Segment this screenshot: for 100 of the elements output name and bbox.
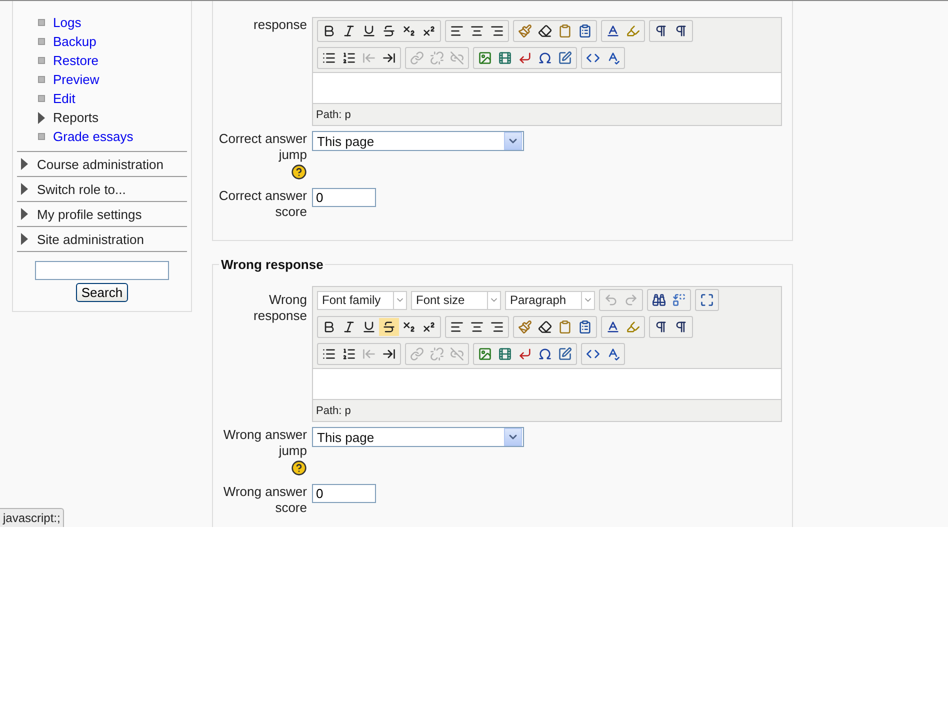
bold-icon[interactable] bbox=[322, 320, 336, 334]
highlight-icon[interactable] bbox=[626, 320, 640, 334]
html-icon[interactable] bbox=[586, 347, 600, 361]
omega-icon[interactable] bbox=[538, 51, 552, 65]
align-right-icon[interactable] bbox=[490, 320, 504, 334]
align-center-icon[interactable] bbox=[470, 320, 484, 334]
return-arrow-icon[interactable] bbox=[518, 347, 532, 361]
section-header[interactable]: Switch role to... bbox=[37, 182, 126, 196]
bold-icon[interactable] bbox=[322, 24, 336, 38]
field-label: Wrong answer score bbox=[222, 484, 307, 516]
film-icon[interactable] bbox=[498, 347, 512, 361]
bullet-list-icon[interactable] bbox=[322, 51, 336, 65]
brush-icon[interactable] bbox=[518, 24, 532, 38]
pilcrow-icon[interactable] bbox=[654, 320, 668, 334]
highlight-icon[interactable] bbox=[626, 24, 640, 38]
editor-path-bar: Path: p bbox=[313, 103, 781, 125]
bullet-icon bbox=[38, 133, 45, 140]
help-icon[interactable] bbox=[291, 460, 307, 476]
nav-link[interactable]: Grade essays bbox=[53, 129, 134, 144]
field-label: Correct answer score bbox=[218, 188, 307, 220]
spellcheck-icon[interactable] bbox=[606, 51, 620, 65]
expand-triangle-icon[interactable] bbox=[21, 158, 28, 170]
underline-icon[interactable] bbox=[362, 320, 376, 334]
expand-triangle-icon[interactable] bbox=[21, 208, 28, 220]
paste-text-icon[interactable] bbox=[558, 320, 572, 334]
nav-item[interactable]: Reports bbox=[53, 110, 99, 125]
paste-word-icon[interactable] bbox=[578, 320, 592, 334]
section-header[interactable]: My profile settings bbox=[37, 206, 142, 222]
replace-icon[interactable] bbox=[672, 293, 686, 307]
bullet-icon bbox=[38, 57, 45, 64]
eraser-icon[interactable] bbox=[538, 320, 552, 334]
help-icon[interactable] bbox=[291, 164, 307, 180]
input-field[interactable]: 0 bbox=[312, 188, 376, 207]
field-label: Wrong response bbox=[252, 291, 307, 325]
numbered-list-icon[interactable] bbox=[342, 347, 356, 361]
pilcrow-icon[interactable] bbox=[674, 24, 688, 38]
text-color-icon[interactable] bbox=[606, 320, 620, 334]
section-header[interactable]: Course administration bbox=[37, 156, 164, 172]
toolbar-dropdown[interactable]: Paragraph bbox=[505, 290, 595, 310]
bullet-list-icon[interactable] bbox=[322, 347, 336, 361]
film-icon[interactable] bbox=[498, 51, 512, 65]
dropdown[interactable]: This page bbox=[312, 427, 524, 447]
return-arrow-icon[interactable] bbox=[518, 51, 532, 65]
field-label: Correct answer jump bbox=[218, 131, 307, 163]
align-left-icon[interactable] bbox=[450, 24, 464, 38]
align-left-icon[interactable] bbox=[450, 320, 464, 334]
bullet-icon bbox=[38, 19, 45, 26]
nav-link[interactable]: Preview bbox=[53, 72, 100, 87]
paste-text-icon[interactable] bbox=[558, 24, 572, 38]
section-title: Wrong response bbox=[220, 257, 324, 272]
field-label: response bbox=[252, 17, 307, 34]
toolbar-dropdown[interactable]: Font size bbox=[411, 290, 501, 310]
subscript-icon[interactable] bbox=[402, 24, 416, 38]
brush-icon[interactable] bbox=[518, 320, 532, 334]
bullet-icon bbox=[38, 38, 45, 45]
edit-square-icon[interactable] bbox=[558, 347, 572, 361]
status-tooltip: javascript:; bbox=[0, 508, 64, 527]
nav-link[interactable]: Backup bbox=[53, 34, 96, 49]
superscript-icon[interactable] bbox=[422, 320, 436, 334]
bullet-icon bbox=[38, 76, 45, 83]
field-label: Wrong answer jump bbox=[222, 427, 307, 459]
align-right-icon[interactable] bbox=[490, 24, 504, 38]
search-field[interactable] bbox=[35, 261, 169, 280]
nav-link[interactable]: Restore bbox=[53, 53, 99, 68]
dropdown[interactable]: This page bbox=[312, 131, 524, 151]
html-icon[interactable] bbox=[586, 51, 600, 65]
expand-triangle-icon[interactable] bbox=[38, 112, 45, 124]
eraser-icon[interactable] bbox=[538, 24, 552, 38]
section-header[interactable]: Site administration bbox=[37, 232, 144, 246]
bullet-icon bbox=[38, 95, 45, 102]
pilcrow-icon[interactable] bbox=[654, 24, 668, 38]
expand-triangle-icon[interactable] bbox=[21, 233, 28, 245]
editor-path-bar: Path: p bbox=[313, 399, 781, 421]
fullscreen-icon[interactable] bbox=[700, 293, 714, 307]
input-field[interactable]: 0 bbox=[312, 484, 376, 503]
text-color-icon[interactable] bbox=[606, 24, 620, 38]
italic-icon[interactable] bbox=[342, 320, 356, 334]
indent-icon[interactable] bbox=[382, 347, 396, 361]
image-icon[interactable] bbox=[478, 347, 492, 361]
pilcrow-icon[interactable] bbox=[674, 320, 688, 334]
subscript-icon[interactable] bbox=[402, 320, 416, 334]
indent-icon[interactable] bbox=[382, 51, 396, 65]
edit-square-icon[interactable] bbox=[558, 51, 572, 65]
italic-icon[interactable] bbox=[342, 24, 356, 38]
numbered-list-icon[interactable] bbox=[342, 51, 356, 65]
binoculars-icon[interactable] bbox=[652, 293, 666, 307]
spellcheck-icon[interactable] bbox=[606, 347, 620, 361]
toolbar-dropdown[interactable]: Font family bbox=[317, 290, 407, 310]
omega-icon[interactable] bbox=[538, 347, 552, 361]
nav-link[interactable]: Logs bbox=[53, 15, 82, 30]
expand-triangle-icon[interactable] bbox=[21, 183, 28, 195]
nav-link[interactable]: Edit bbox=[53, 91, 76, 106]
image-icon[interactable] bbox=[478, 51, 492, 65]
underline-icon[interactable] bbox=[362, 24, 376, 38]
strikethrough-icon[interactable] bbox=[382, 24, 396, 38]
superscript-icon[interactable] bbox=[422, 24, 436, 38]
strikethrough-icon[interactable] bbox=[382, 320, 396, 334]
search-button[interactable]: Search bbox=[76, 283, 128, 302]
paste-word-icon[interactable] bbox=[578, 24, 592, 38]
align-center-icon[interactable] bbox=[470, 24, 484, 38]
